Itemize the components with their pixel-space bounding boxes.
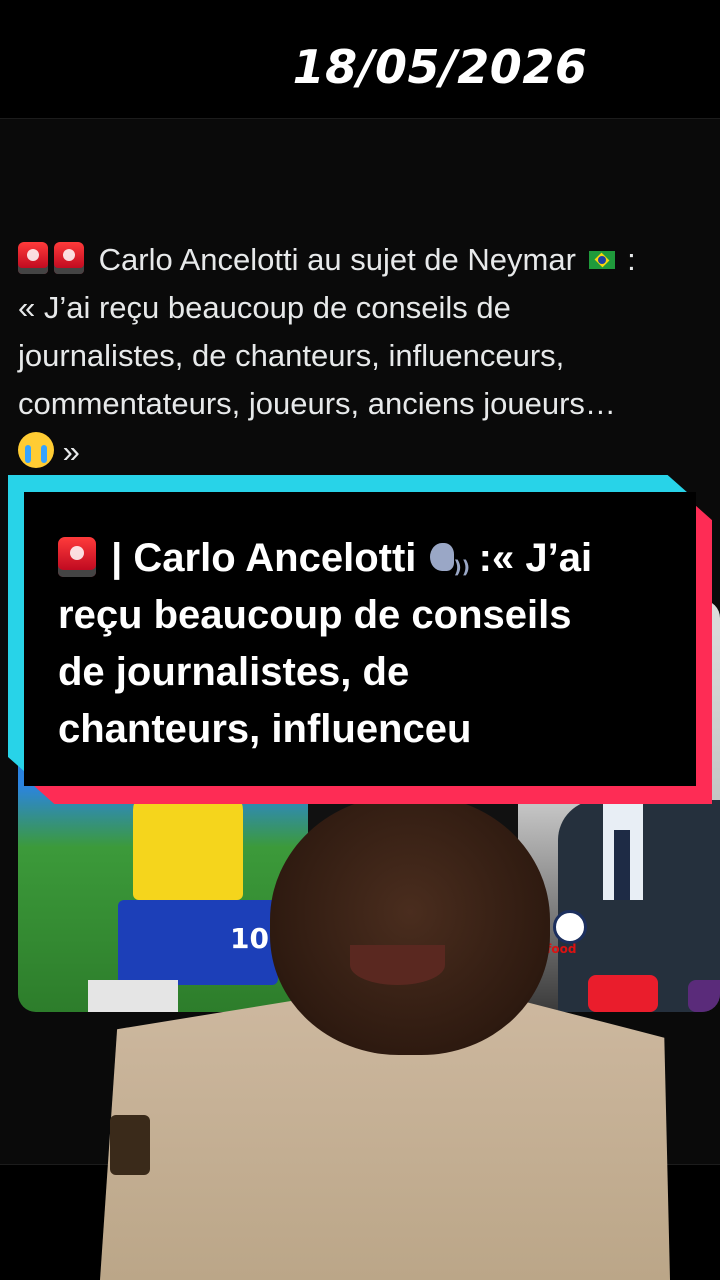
tweet-text: Carlo Ancelotti au sujet de Neymar : « J… (18, 236, 718, 476)
tweet-end: » (54, 434, 80, 469)
tweet-body: « J’ai reçu beaucoup de conseils de jour… (18, 290, 616, 421)
siren-icon (54, 242, 84, 274)
mouth (350, 945, 445, 985)
headline-part1: | Carlo Ancelotti (100, 536, 428, 580)
shirt-badge (110, 1115, 150, 1175)
person-head (270, 795, 550, 1055)
siren-icon (18, 242, 48, 274)
siren-icon (58, 537, 96, 577)
headline-card: | Carlo Ancelotti :« J’ai reçu beaucoup … (24, 492, 696, 786)
brazil-flag-icon (588, 251, 615, 269)
speaking-head-icon (428, 537, 470, 596)
person-overlay (80, 795, 670, 1280)
tweet-line1: Carlo Ancelotti au sujet de Neymar (98, 242, 576, 277)
headline-text: | Carlo Ancelotti :« J’ai reçu beaucoup … (58, 530, 678, 758)
date-overlay: 18/05/2026 (292, 40, 588, 94)
purple-panel (688, 980, 720, 1012)
tweet-line1-suffix: : (618, 242, 636, 277)
crying-face-icon (18, 432, 54, 468)
